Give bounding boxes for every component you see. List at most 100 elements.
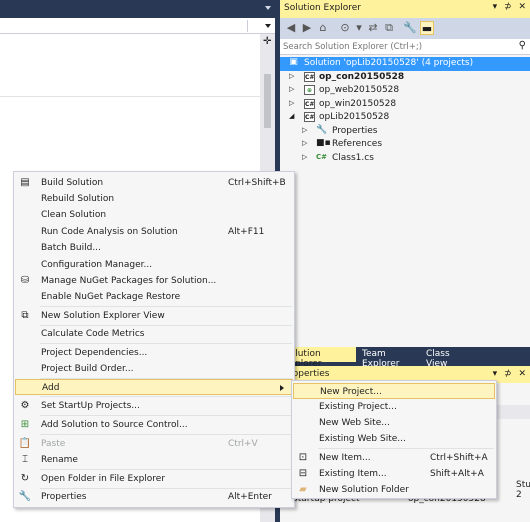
menu-item-new-project[interactable]: New Project... [293,383,495,399]
tab-dropdown-icon[interactable] [265,6,271,10]
search-input[interactable] [283,40,503,54]
menu-item-new-solution-explorer-view[interactable]: ⧉ New Solution Explorer View [15,308,293,324]
menu-item-label: Clean Solution [41,210,107,220]
menu-item-rename[interactable]: ⌶ Rename [15,452,293,468]
editor-line-highlight [0,96,260,97]
menu-separator [40,469,292,470]
menu-item-add-to-source-control[interactable]: ⊞ Add Solution to Source Control... [15,417,293,433]
menu-item-paste[interactable]: 📋 Paste Ctrl+V [15,436,293,452]
menu-item-clean-solution[interactable]: Clean Solution [15,207,293,223]
solution-explorer-title: Solution Explorer [284,3,361,13]
menu-item-existing-web-site[interactable]: Existing Web Site... [293,431,495,447]
tab-team-explorer[interactable]: Team Explorer [358,347,422,369]
menu-item-project-build-order[interactable]: Project Build Order... [15,361,293,377]
menu-item-set-startup-projects[interactable]: ⚙ Set StartUp Projects... [15,398,293,414]
tree-node-solution[interactable]: ▣ Solution 'opLib20150528' (4 projects) [280,57,530,71]
expand-icon[interactable]: ▷ [302,126,307,134]
collapse-all-icon[interactable]: ⧉ [382,21,396,35]
menu-item-label: Enable NuGet Package Restore [41,292,181,302]
menu-separator [40,415,292,416]
build-icon: ▤ [20,177,30,188]
panel-window-buttons[interactable]: ▾ ⊅ ✕ [493,2,528,12]
menu-item-label: Project Dependencies... [41,348,148,358]
menu-item-open-folder[interactable]: ↻ Open Folder in File Explorer [15,471,293,487]
menu-item-existing-item[interactable]: ⊟ Existing Item... Shift+Alt+A [293,466,495,482]
menu-item-existing-project[interactable]: Existing Project... [293,399,495,415]
navigation-dropdown-icon[interactable] [265,24,271,28]
panel-window-buttons[interactable]: ▾ ⊅ ✕ [493,369,528,379]
tree-node-label: Class1.cs [332,152,374,163]
menu-item-label: New Solution Explorer View [41,311,165,321]
tree-node-properties[interactable]: ▷ 🔧 Properties [280,125,530,139]
expand-icon[interactable]: ▷ [302,139,307,147]
menu-separator [318,448,494,449]
expand-icon[interactable]: ▷ [289,99,294,107]
properties-icon[interactable]: 🔧 [403,21,417,35]
back-icon[interactable]: ◀ [284,21,298,35]
menu-item-run-code-analysis[interactable]: Run Code Analysis on Solution Alt+F11 [15,224,293,240]
menu-item-new-web-site[interactable]: New Web Site... [293,415,495,431]
preview-selected-icon[interactable]: ▬ [420,21,434,35]
tree-node-references[interactable]: ▷ ■▪ References [280,138,530,152]
collapse-icon[interactable]: ◢ [289,112,294,120]
sync-icon[interactable]: ⇄ [366,21,380,35]
filter-dropdown-icon[interactable]: ▾ [352,21,366,35]
split-window-icon[interactable]: ✛ [263,37,271,47]
tree-node-label: op_web20150528 [319,85,400,95]
tree-node-label: References [332,139,383,149]
menu-item-label: New Web Site... [319,418,390,428]
menu-item-new-item[interactable]: ⊡ New Item... Ctrl+Shift+A [293,450,495,466]
tab-class-view[interactable]: Class View [422,347,474,369]
menu-separator [40,396,292,397]
csharp-file-icon: C# [316,152,328,161]
tree-node-project[interactable]: ▷ ⊕ op_web20150528 [280,84,530,98]
menu-item-label: Existing Web Site... [319,434,406,444]
tree-node-file[interactable]: ▷ C# Class1.cs [280,152,530,166]
search-icon[interactable]: ⚲ [519,40,526,51]
menu-item-label: Rebuild Solution [41,194,115,204]
document-tab-strip [0,0,275,18]
wrench-icon: 🔧 [316,124,328,135]
folder-icon: ▰ [299,484,307,495]
references-icon: ■▪ [316,138,331,148]
menu-item-shortcut: Ctrl+Shift+A [430,453,488,463]
menu-item-label: Existing Item... [319,469,387,479]
menu-item-configuration-manager[interactable]: Configuration Manager... [15,257,293,273]
property-value: Studio 2 [516,480,530,500]
expand-icon[interactable]: ▷ [289,85,294,93]
home-icon[interactable]: ⌂ [316,21,330,35]
menu-item-rebuild-solution[interactable]: Rebuild Solution [15,191,293,207]
expand-icon[interactable]: ▷ [302,153,307,161]
menu-item-build-solution[interactable]: ▤ Build Solution Ctrl+Shift+B [15,175,293,191]
menu-item-add[interactable]: Add [15,379,293,395]
tree-node-project[interactable]: ◢ C# opLib20150528 [280,111,530,125]
menu-item-batch-build[interactable]: Batch Build... [15,240,293,256]
menu-item-properties[interactable]: 🔧 Properties Alt+Enter [15,489,293,505]
csharp-project-icon: C# [304,71,315,82]
expand-icon[interactable]: ▷ [289,72,294,80]
menu-item-calculate-code-metrics[interactable]: Calculate Code Metrics [15,326,293,342]
csharp-project-icon: C# [304,112,315,122]
menu-item-project-dependencies[interactable]: Project Dependencies... [15,345,293,361]
menu-item-label: Project Build Order... [41,364,134,374]
menu-item-new-solution-folder[interactable]: ▰ New Solution Folder [293,482,495,498]
tree-node-project[interactable]: ▷ C# op_win20150528 [280,98,530,112]
menu-item-enable-nuget-restore[interactable]: Enable NuGet Package Restore [15,289,293,305]
editor-scroll-thumb[interactable] [264,74,271,128]
tree-node-project[interactable]: ▷ C# op_con20150528 [280,71,530,85]
forward-icon[interactable]: ▶ [300,21,314,35]
new-view-icon: ⧉ [21,310,29,321]
menu-item-label: Set StartUp Projects... [41,401,140,411]
menu-item-shortcut: Ctrl+Shift+B [228,178,286,188]
menu-item-label: Add Solution to Source Control... [41,420,188,430]
pending-changes-filter-icon[interactable]: ⊙ [338,21,352,35]
menu-item-shortcut: Alt+Enter [228,492,272,502]
menu-item-manage-nuget[interactable]: ⛁ Manage NuGet Packages for Solution... [15,273,293,289]
menu-item-shortcut: Shift+Alt+A [430,469,484,479]
menu-item-label: New Project... [320,387,382,397]
gear-icon: ⚙ [20,400,30,411]
tree-node-label: op_win20150528 [319,98,397,109]
existing-item-icon: ⊟ [298,468,308,479]
menu-item-label: Run Code Analysis on Solution [41,227,178,237]
paste-icon: 📋 [18,438,32,449]
